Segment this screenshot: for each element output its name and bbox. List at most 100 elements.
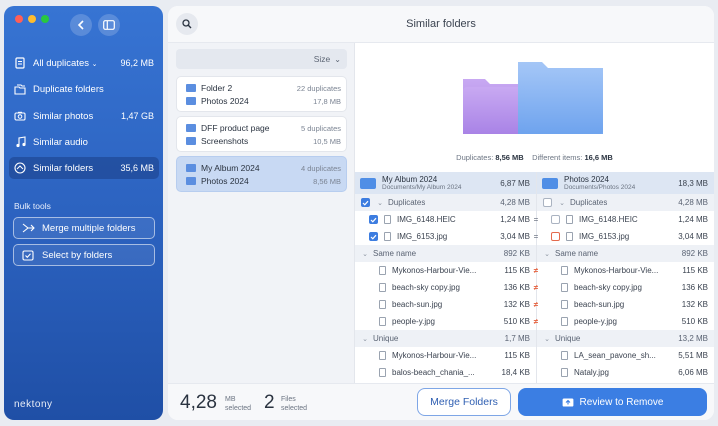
file-row[interactable]: people-y.jpg 510 KB bbox=[537, 313, 714, 330]
left-folder-header[interactable]: My Album 2024 Documents/My Album 2024 6,8… bbox=[355, 172, 536, 194]
sort-label: Size bbox=[313, 54, 331, 64]
folder-icon bbox=[186, 97, 196, 105]
checkmark-icon bbox=[370, 217, 377, 223]
file-row[interactable]: Mykonos-Harbour-Vie... 115 KB bbox=[355, 262, 536, 279]
chevron-down-icon[interactable]: ⌄ bbox=[558, 199, 566, 207]
duplicates-count: 5 duplicates bbox=[300, 123, 341, 133]
file-size: 1,24 MB bbox=[678, 215, 708, 224]
merge-folders-button[interactable]: Merge Folders bbox=[417, 388, 511, 416]
review-to-remove-label: Review to Remove bbox=[579, 396, 664, 408]
checkmark-icon bbox=[362, 200, 369, 206]
file-row[interactable]: IMG_6153.jpg 3,04 MB bbox=[355, 228, 536, 245]
file-row[interactable]: Nataly.jpg 6,06 MB bbox=[537, 364, 714, 381]
file-name: beach-sun.jpg bbox=[392, 300, 443, 309]
sidebar-item-similar-folders[interactable]: Similar folders 35,6 MB bbox=[9, 157, 159, 179]
file-name: people-y.jpg bbox=[574, 317, 617, 326]
minimize-window-button[interactable] bbox=[28, 15, 36, 23]
select-checkbox[interactable] bbox=[551, 215, 560, 224]
duplicates-count: 22 duplicates bbox=[296, 83, 341, 93]
select-checkbox[interactable] bbox=[361, 198, 370, 207]
checkbox-folder-icon bbox=[22, 249, 36, 261]
sidebar-item-similar-photos[interactable]: Similar photos 1,47 GB bbox=[9, 105, 159, 127]
sort-dropdown[interactable]: Size ⌄ bbox=[176, 49, 347, 69]
file-icon bbox=[379, 368, 386, 377]
right-folder-header[interactable]: Photos 2024 Documents/Photos 2024 18,3 MB bbox=[537, 172, 714, 194]
file-size: 6,06 MB bbox=[678, 368, 708, 377]
zoom-window-button[interactable] bbox=[41, 15, 49, 23]
selected-files-unit: Files bbox=[281, 396, 296, 403]
group-row[interactable]: ⌄ Duplicates 4,28 MB bbox=[537, 194, 714, 211]
chevron-down-icon[interactable]: ⌄ bbox=[543, 335, 551, 343]
duplicates-summary-value: 8,56 MB bbox=[495, 153, 524, 162]
sidebar-icon bbox=[103, 20, 115, 30]
sidebar-item-duplicate-folders[interactable]: Duplicate folders bbox=[9, 78, 159, 100]
left-folder-size: 6,87 MB bbox=[500, 178, 530, 188]
folders-preview: Duplicates: 8,56 MB Different items: 16,… bbox=[355, 43, 714, 170]
file-icon bbox=[561, 300, 568, 309]
chevron-down-icon[interactable]: ⌄ bbox=[376, 199, 384, 207]
group-row[interactable]: ⌄ Same name 892 KB bbox=[355, 245, 536, 262]
back-button[interactable] bbox=[70, 14, 92, 36]
chevron-down-icon[interactable]: ⌄ bbox=[361, 335, 369, 343]
file-icon bbox=[561, 283, 568, 292]
select-checkbox[interactable] bbox=[369, 215, 378, 224]
music-icon bbox=[14, 136, 26, 148]
file-row[interactable]: people-y.jpg 510 KB bbox=[355, 313, 536, 330]
file-row[interactable]: balos-beach_chania_... 18,4 KB bbox=[355, 364, 536, 381]
close-window-button[interactable] bbox=[15, 15, 23, 23]
file-row[interactable]: beach-sun.jpg 132 KB bbox=[355, 296, 536, 313]
duplicates-size: 17,8 MB bbox=[313, 96, 341, 106]
group-row[interactable]: ⌄ Same name 892 KB bbox=[537, 245, 714, 262]
brand-logo: nektony bbox=[14, 399, 53, 410]
merge-multiple-folders-button[interactable]: Merge multiple folders bbox=[13, 217, 155, 239]
group-size: 13,2 MB bbox=[678, 334, 708, 343]
review-to-remove-button[interactable]: Review to Remove bbox=[518, 388, 707, 416]
group-size: 4,28 MB bbox=[500, 198, 530, 207]
folder-name: DFF product page bbox=[201, 123, 270, 133]
group-label: Unique bbox=[555, 334, 581, 343]
file-row[interactable]: Mykonos-Harbour-Vie... 115 KB bbox=[537, 262, 714, 279]
sidebar-item-label: Similar photos bbox=[33, 110, 94, 122]
file-row[interactable]: LA_sean_pavone_sh... 5,51 MB bbox=[537, 347, 714, 364]
selected-size-value: 4,28 bbox=[180, 392, 217, 413]
window-controls bbox=[15, 15, 49, 23]
group-size: 892 KB bbox=[681, 249, 708, 258]
file-size: 132 KB bbox=[681, 300, 708, 309]
folder-name: Photos 2024 bbox=[201, 96, 249, 106]
folder-icon bbox=[186, 124, 196, 132]
file-row[interactable]: beach-sky copy.jpg 136 KB bbox=[355, 279, 536, 296]
folder-icon bbox=[186, 137, 196, 145]
file-row[interactable]: beach-sun.jpg 132 KB bbox=[537, 296, 714, 313]
chevron-down-icon[interactable]: ⌄ bbox=[543, 250, 551, 258]
file-icon bbox=[566, 215, 573, 224]
file-name: IMG_6148.HEIC bbox=[579, 215, 638, 224]
group-row[interactable]: ⌄ Unique 13,2 MB bbox=[537, 330, 714, 347]
select-by-folders-button[interactable]: Select by folders bbox=[13, 244, 155, 266]
file-row[interactable]: IMG_6148.HEIC 1,24 MB bbox=[537, 211, 714, 228]
select-by-folders-label: Select by folders bbox=[42, 249, 113, 261]
group-row[interactable]: ⌄ Duplicates 4,28 MB bbox=[355, 194, 536, 211]
select-checkbox[interactable] bbox=[543, 198, 552, 207]
file-row[interactable]: beach-sky copy.jpg 136 KB bbox=[537, 279, 714, 296]
sidebar-item-label: Similar audio bbox=[33, 136, 88, 148]
folder-pair-card-selected[interactable]: My Album 2024 4 duplicates Photos 2024 8,5… bbox=[176, 156, 347, 192]
file-name: IMG_6153.jpg bbox=[579, 232, 630, 241]
folder-name: Screenshots bbox=[201, 136, 249, 146]
select-checkbox[interactable] bbox=[369, 232, 378, 241]
folder-name: My Album 2024 bbox=[201, 163, 260, 173]
chevron-down-icon[interactable]: ⌄ bbox=[361, 250, 369, 258]
sidebar-item-similar-audio[interactable]: Similar audio bbox=[9, 131, 159, 153]
sidebar-item-all-duplicates[interactable]: All duplicates ⌄ 96,2 MB bbox=[9, 52, 159, 74]
folder-pair-card[interactable]: DFF product page 5 duplicates Screenshots… bbox=[176, 116, 347, 152]
file-row[interactable]: Mykonos-Harbour-Vie... 115 KB bbox=[355, 347, 536, 364]
folder-pair-card[interactable]: Folder 2 22 duplicates Photos 2024 17,8 MB bbox=[176, 76, 347, 112]
duplicates-size: 8,56 MB bbox=[313, 176, 341, 186]
file-row[interactable]: IMG_6153.jpg 3,04 MB bbox=[537, 228, 714, 245]
folders-icon bbox=[14, 83, 26, 95]
group-row[interactable]: ⌄ Unique 1,7 MB bbox=[355, 330, 536, 347]
right-folder-size: 18,3 MB bbox=[678, 178, 708, 188]
select-checkbox[interactable] bbox=[551, 232, 560, 241]
file-row[interactable]: IMG_6148.HEIC 1,24 MB bbox=[355, 211, 536, 228]
page-title: Similar folders bbox=[406, 18, 476, 30]
toggle-sidebar-button[interactable] bbox=[98, 14, 120, 36]
